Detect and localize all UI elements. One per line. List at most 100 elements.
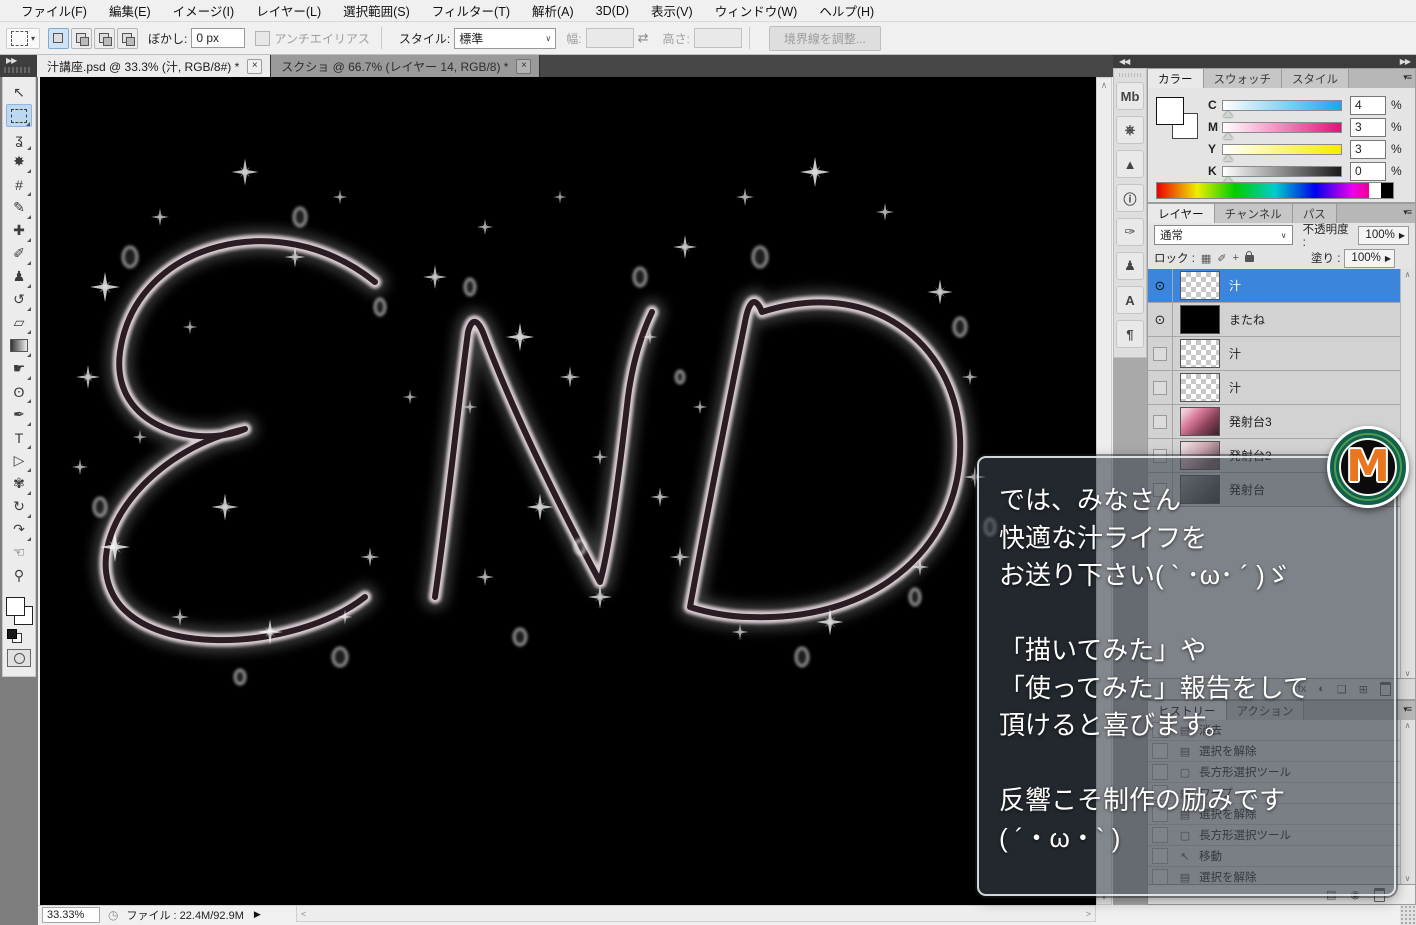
visibility-toggle[interactable]: ⊙ (1148, 303, 1173, 336)
visibility-toggle[interactable]: ⊙ (1148, 269, 1173, 302)
layer-thumbnail[interactable] (1180, 373, 1220, 402)
lock-all-icon[interactable] (1244, 250, 1254, 262)
clone-stamp-tool[interactable]: ♟ (6, 265, 32, 288)
layer-thumbnail[interactable] (1180, 271, 1220, 300)
visibility-toggle[interactable] (1148, 337, 1173, 370)
scroll-up-icon[interactable]: ∧ (1101, 80, 1108, 91)
menu-item-3[interactable]: イメージ(I) (162, 0, 246, 22)
opacity-field[interactable]: 100% ▶ (1358, 225, 1409, 245)
menu-item-6[interactable]: フィルター(T) (421, 0, 521, 22)
antialias-checkbox[interactable] (255, 30, 271, 46)
C-slider-track[interactable] (1222, 99, 1342, 111)
color-tab-スタイル[interactable]: スタイル (1282, 69, 1349, 88)
clone-source-icon[interactable]: ♟ (1116, 252, 1144, 280)
navigator-icon[interactable]: ⎈ (1116, 116, 1144, 144)
M-slider-track[interactable] (1222, 121, 1342, 133)
document-tab-1[interactable]: 汁講座.psd @ 33.3% (汁, RGB/8#) * × (37, 55, 272, 77)
color-swatches[interactable] (1156, 97, 1200, 141)
menu-item-11[interactable]: ヘルプ(H) (808, 0, 885, 22)
Y-slider-track[interactable] (1222, 143, 1342, 155)
scroll-left-icon[interactable]: < (301, 909, 306, 919)
close-icon[interactable]: × (516, 58, 532, 74)
menu-item-2[interactable]: 編集(E) (98, 0, 162, 22)
menu-item-7[interactable]: 解析(A) (521, 0, 585, 22)
menu-item-1[interactable]: ファイル(F) (10, 0, 98, 22)
3d-rotate-tool[interactable]: ↻ (6, 495, 32, 518)
history-scrollbar[interactable]: ∧ ∨ (1400, 720, 1414, 884)
collapse-right-icon[interactable]: ▶▶ (1400, 57, 1411, 66)
width-input[interactable] (585, 28, 634, 48)
info-icon[interactable]: ⓘ (1116, 184, 1144, 212)
lock-transparent-icon[interactable]: ▦ (1201, 252, 1211, 265)
layer-thumbnail[interactable] (1180, 305, 1220, 334)
M-value-field[interactable]: 3 (1350, 117, 1386, 137)
spinner-icon[interactable]: ▶ (1399, 231, 1405, 240)
scroll-up-icon[interactable]: ∧ (1405, 721, 1411, 730)
new-selection-button[interactable] (48, 27, 70, 49)
panel-menu-icon[interactable]: ▾≡ (1403, 72, 1412, 83)
intersect-selection-button[interactable] (117, 27, 139, 49)
brush-tool[interactable]: ✐ (6, 242, 32, 265)
custom-shape-tool[interactable]: ✾ (6, 472, 32, 495)
layers-tab-チャンネル[interactable]: チャンネル (1214, 204, 1293, 223)
quick-mask-button[interactable] (7, 649, 31, 667)
visibility-toggle[interactable] (1148, 405, 1173, 438)
panel-menu-icon[interactable]: ▾≡ (1403, 207, 1412, 218)
blend-mode-select[interactable]: 通常 ∨ (1154, 225, 1293, 245)
spinner-icon[interactable]: ▶ (1385, 254, 1391, 263)
layers-tab-レイヤー[interactable]: レイヤー (1148, 204, 1215, 223)
character-icon[interactable]: A (1116, 286, 1144, 314)
toolbar-collapse-icon[interactable]: ▶▶ (6, 56, 17, 65)
foreground-color-swatch[interactable] (6, 597, 25, 616)
layer-row-2[interactable]: ⊙ またね (1148, 303, 1401, 337)
layer-row-1[interactable]: ⊙ 汁 (1148, 269, 1401, 303)
zoom-tool[interactable]: ⚲ (6, 564, 32, 587)
close-icon[interactable]: × (247, 58, 263, 74)
menu-item-4[interactable]: レイヤー(L) (245, 0, 332, 22)
type-tool[interactable]: T (6, 426, 32, 449)
crop-tool[interactable]: # (6, 173, 32, 196)
lasso-tool[interactable]: ʓ (6, 127, 32, 150)
style-select[interactable]: 標準 ∨ (454, 27, 557, 49)
white-cap[interactable] (1369, 183, 1381, 198)
height-input[interactable] (693, 28, 742, 48)
feather-input[interactable]: 0 px (191, 28, 246, 48)
3d-orbit-tool[interactable]: ↷ (6, 518, 32, 541)
add-selection-button[interactable] (71, 27, 93, 49)
K-slider-track[interactable] (1222, 165, 1342, 177)
menu-item-10[interactable]: ウィンドウ(W) (704, 0, 809, 22)
black-cap[interactable] (1381, 183, 1393, 198)
path-selection-tool[interactable]: ▷ (6, 449, 32, 472)
mini-bridge-icon[interactable]: Mb (1116, 82, 1144, 110)
fill-field[interactable]: 100% ▶ (1344, 248, 1395, 268)
history-brush-tool[interactable]: ↺ (6, 288, 32, 311)
foreground-color-swatch[interactable] (1156, 97, 1184, 125)
eyedropper-tool[interactable]: ✎ (6, 196, 32, 219)
dodge-tool[interactable]: ʘ (6, 380, 32, 403)
document-canvas[interactable] (40, 77, 1096, 905)
toolbar-header[interactable]: ▶▶ (0, 55, 37, 77)
rectangular-marquee-tool[interactable] (6, 104, 32, 127)
color-tab-カラー[interactable]: カラー (1148, 69, 1204, 88)
color-tab-スウォッチ[interactable]: スウォッチ (1203, 69, 1282, 88)
layer-row-3[interactable]: 汁 (1148, 337, 1401, 371)
collapse-left-icon[interactable]: ◀◀ (1119, 57, 1130, 66)
gradient-tool[interactable] (6, 334, 32, 357)
pen-tool[interactable]: ✒ (6, 403, 32, 426)
menu-item-8[interactable]: 3D(D) (585, 2, 640, 20)
menu-item-5[interactable]: 選択範囲(S) (332, 0, 421, 22)
quick-selection-tool[interactable]: ✸ (6, 150, 32, 173)
subtract-selection-button[interactable] (94, 27, 116, 49)
visibility-toggle[interactable] (1148, 371, 1173, 404)
histogram-icon[interactable]: ▲ (1116, 150, 1144, 178)
move-tool[interactable]: ↖ (6, 81, 32, 104)
scroll-up-icon[interactable]: ∧ (1405, 270, 1411, 279)
hand-tool[interactable]: ☜ (6, 541, 32, 564)
K-value-field[interactable]: 0 (1350, 161, 1386, 181)
menu-item-9[interactable]: 表示(V) (640, 0, 704, 22)
lock-position-icon[interactable]: + (1233, 252, 1239, 264)
healing-brush-tool[interactable]: ✚ (6, 219, 32, 242)
layer-thumbnail[interactable] (1180, 339, 1220, 368)
panel-menu-icon[interactable]: ▾≡ (1403, 704, 1412, 715)
color-spectrum-ramp[interactable] (1156, 182, 1394, 199)
